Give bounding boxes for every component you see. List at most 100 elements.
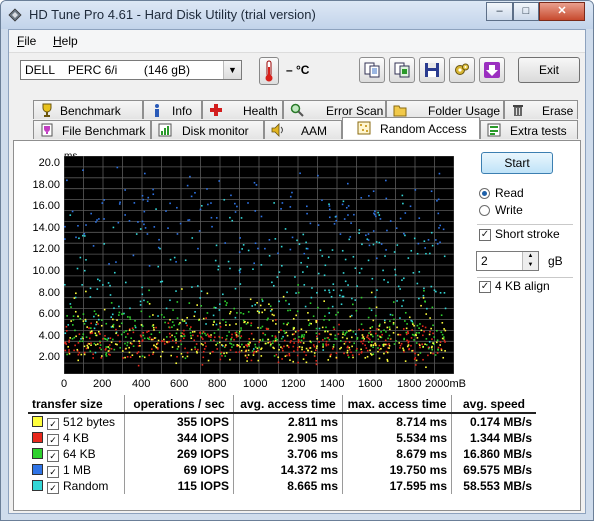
scatter-point xyxy=(247,321,249,324)
tab-benchmark[interactable]: Benchmark xyxy=(33,100,143,119)
scatter-point xyxy=(300,328,303,330)
y-tick: 18.00 xyxy=(32,179,60,191)
tab-aam[interactable]: AAM xyxy=(264,120,342,139)
scatter-point xyxy=(186,184,189,187)
scatter-point xyxy=(233,307,235,310)
spinner-arrows[interactable]: ▲ ▼ xyxy=(522,252,538,270)
scatter-point xyxy=(356,347,358,350)
tab-file-benchmark[interactable]: File Benchmark xyxy=(33,120,151,139)
scatter-point xyxy=(287,309,289,312)
download-button[interactable] xyxy=(479,57,505,83)
menu-file[interactable]: File xyxy=(17,34,36,48)
scatter-point xyxy=(324,289,326,292)
scatter-point xyxy=(303,284,306,286)
maximize-button[interactable]: □ xyxy=(513,2,539,21)
scatter-point xyxy=(134,326,137,329)
short-stroke-spinner[interactable]: 2 ▲ ▼ xyxy=(476,251,539,271)
scatter-point xyxy=(210,334,212,336)
avg-access-cell: 3.706 ms xyxy=(233,446,343,462)
save-button[interactable] xyxy=(419,57,445,83)
scatter-point xyxy=(399,333,402,336)
results-table: transfer size operations / sec avg. acce… xyxy=(28,395,536,494)
spin-up-icon[interactable]: ▲ xyxy=(523,252,538,261)
series-checkbox[interactable]: ✓ xyxy=(47,417,59,430)
exit-button[interactable]: Exit xyxy=(518,57,580,83)
scatter-point xyxy=(367,233,370,235)
scatter-point xyxy=(150,333,153,335)
divider xyxy=(477,277,573,278)
scatter-point xyxy=(267,341,269,344)
scatter-point xyxy=(181,318,184,321)
scatter-point xyxy=(405,331,408,334)
copy-text-button[interactable] xyxy=(359,57,385,83)
title-bar[interactable]: HD Tune Pro 4.61 - Hard Disk Utility (tr… xyxy=(1,1,593,29)
scatter-point xyxy=(296,346,299,349)
start-button[interactable]: Start xyxy=(481,152,553,174)
scatter-point xyxy=(97,278,99,281)
scatter-point xyxy=(224,321,227,323)
scatter-point xyxy=(383,329,385,332)
scatter-point xyxy=(68,341,70,343)
scatter-point xyxy=(146,200,149,202)
minimize-button[interactable]: – xyxy=(486,2,513,21)
series-checkbox[interactable]: ✓ xyxy=(47,481,59,494)
scatter-point xyxy=(424,247,426,249)
scatter-point xyxy=(99,344,102,346)
scatter-point xyxy=(151,348,153,350)
scatter-point xyxy=(415,334,417,337)
scatter-point xyxy=(440,314,443,317)
table-row: ✓ 4 KB 344 IOPS 2.905 ms 5.534 ms 1.344 MB/s xyxy=(28,430,536,446)
scatter-point xyxy=(351,345,353,348)
scatter-point xyxy=(283,345,285,348)
scatter-point xyxy=(317,306,319,309)
series-checkbox[interactable]: ✓ xyxy=(47,465,59,478)
scatter-point xyxy=(399,288,401,290)
scatter-point xyxy=(350,351,352,354)
scatter-point xyxy=(337,311,339,314)
download-icon xyxy=(484,62,500,78)
scatter-point xyxy=(293,342,295,344)
tab-disk-monitor[interactable]: Disk monitor xyxy=(151,120,264,139)
series-checkbox[interactable]: ✓ xyxy=(47,433,59,446)
tab-extra-tests[interactable]: Extra tests xyxy=(480,120,578,139)
close-button[interactable]: ✕ xyxy=(539,2,585,21)
scatter-point xyxy=(375,332,377,335)
scatter-point xyxy=(65,329,68,332)
drive-select[interactable]: DELL PERC 6/i (146 gB) ▼ xyxy=(20,60,242,80)
scatter-point xyxy=(78,237,80,240)
scatter-point xyxy=(236,344,238,346)
menu-help[interactable]: Help xyxy=(53,34,78,48)
scatter-point xyxy=(362,336,365,338)
tab-erase[interactable]: Erase xyxy=(504,100,578,119)
write-radio[interactable] xyxy=(479,205,490,216)
tab-info[interactable]: Info xyxy=(143,100,202,119)
scatter-point xyxy=(118,311,121,314)
chevron-down-icon[interactable]: ▼ xyxy=(223,61,241,79)
align-checkbox[interactable]: ✓ xyxy=(479,281,491,293)
scatter-point xyxy=(261,300,264,302)
series-color-swatch xyxy=(32,431,43,443)
tab-health[interactable]: Health xyxy=(202,100,283,119)
read-radio[interactable] xyxy=(479,188,490,199)
short-stroke-checkbox[interactable]: ✓ xyxy=(479,229,491,241)
scatter-point xyxy=(100,348,103,351)
tab-random-access[interactable]: Random Access xyxy=(342,117,480,139)
scatter-point xyxy=(261,311,264,314)
spin-down-icon[interactable]: ▼ xyxy=(523,261,538,270)
scatter-point xyxy=(78,351,81,354)
results-header-row: transfer size operations / sec avg. acce… xyxy=(28,395,536,414)
scatter-point xyxy=(376,328,378,330)
series-checkbox[interactable]: ✓ xyxy=(47,449,59,462)
scatter-point xyxy=(126,344,129,347)
scatter-point xyxy=(206,312,209,314)
scatter-point xyxy=(230,343,233,345)
x-tick: 1000 xyxy=(243,378,268,390)
scatter-point xyxy=(256,347,259,350)
scatter-point xyxy=(369,327,372,329)
scatter-point xyxy=(74,329,76,332)
scatter-point xyxy=(295,314,298,317)
copy-screenshot-button[interactable] xyxy=(389,57,415,83)
scatter-point xyxy=(402,202,404,205)
options-button[interactable] xyxy=(449,57,475,83)
scatter-point xyxy=(131,327,134,330)
